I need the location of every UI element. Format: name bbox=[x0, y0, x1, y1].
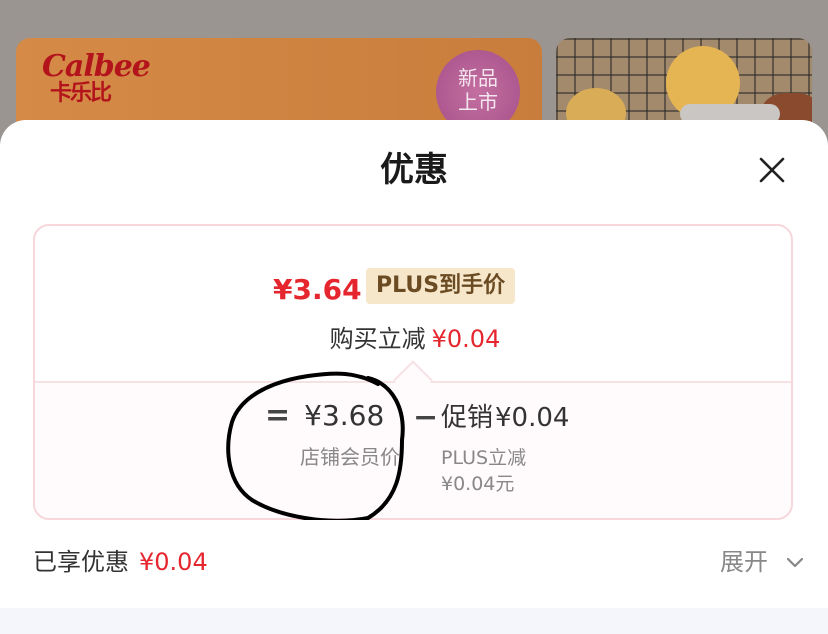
discount-sheet: 优惠 ¥3.64 PLUS到手价 购买立减 ¥0.04 = ¥3.68 店铺会员价 … bbox=[0, 120, 828, 634]
expand-label: 展开 bbox=[720, 548, 768, 576]
shop-member-price: ¥3.68 bbox=[304, 399, 385, 432]
reduce-label: 购买立减 bbox=[329, 325, 426, 353]
brand-logo-cn: 卡乐比 bbox=[50, 81, 112, 106]
close-icon bbox=[759, 157, 785, 183]
new-arrival-badge-text: 新品上市 bbox=[458, 66, 498, 114]
reduce-amount: ¥0.04 bbox=[431, 325, 501, 353]
plus-reduce-amount: ¥0.04元 bbox=[441, 473, 515, 495]
footer-strip bbox=[0, 608, 828, 634]
price-breakdown-card: ¥3.64 PLUS到手价 购买立减 ¥0.04 = ¥3.68 店铺会员价 − 促… bbox=[33, 224, 793, 520]
shop-member-price-label: 店铺会员价 bbox=[300, 445, 400, 469]
enjoyed-discount: 已享优惠 ¥0.04 bbox=[33, 544, 208, 580]
promo-label: 促销 bbox=[441, 403, 494, 433]
purchase-reduce-line: 购买立减 ¥0.04 bbox=[35, 322, 791, 356]
close-button[interactable] bbox=[752, 150, 792, 190]
expand-button[interactable]: 展开 bbox=[720, 544, 804, 580]
equals-sign: = bbox=[265, 398, 291, 433]
plus-reduce-label: PLUS立减 bbox=[441, 447, 527, 469]
chevron-down-icon bbox=[786, 557, 803, 568]
plus-price-tag: PLUS到手价 bbox=[366, 268, 516, 304]
minus-sign: − bbox=[413, 400, 439, 435]
shop-price-row: = ¥3.68 bbox=[265, 398, 384, 433]
promo-row: 促销¥0.04 bbox=[441, 401, 569, 435]
final-price: ¥3.64 bbox=[273, 273, 362, 306]
brand-logo: Calbee bbox=[42, 49, 151, 84]
enjoyed-label: 已享优惠 bbox=[33, 548, 129, 576]
sheet-title: 优惠 bbox=[380, 150, 448, 190]
promo-amount: ¥0.04 bbox=[495, 403, 570, 433]
enjoyed-amount: ¥0.04 bbox=[139, 548, 208, 576]
